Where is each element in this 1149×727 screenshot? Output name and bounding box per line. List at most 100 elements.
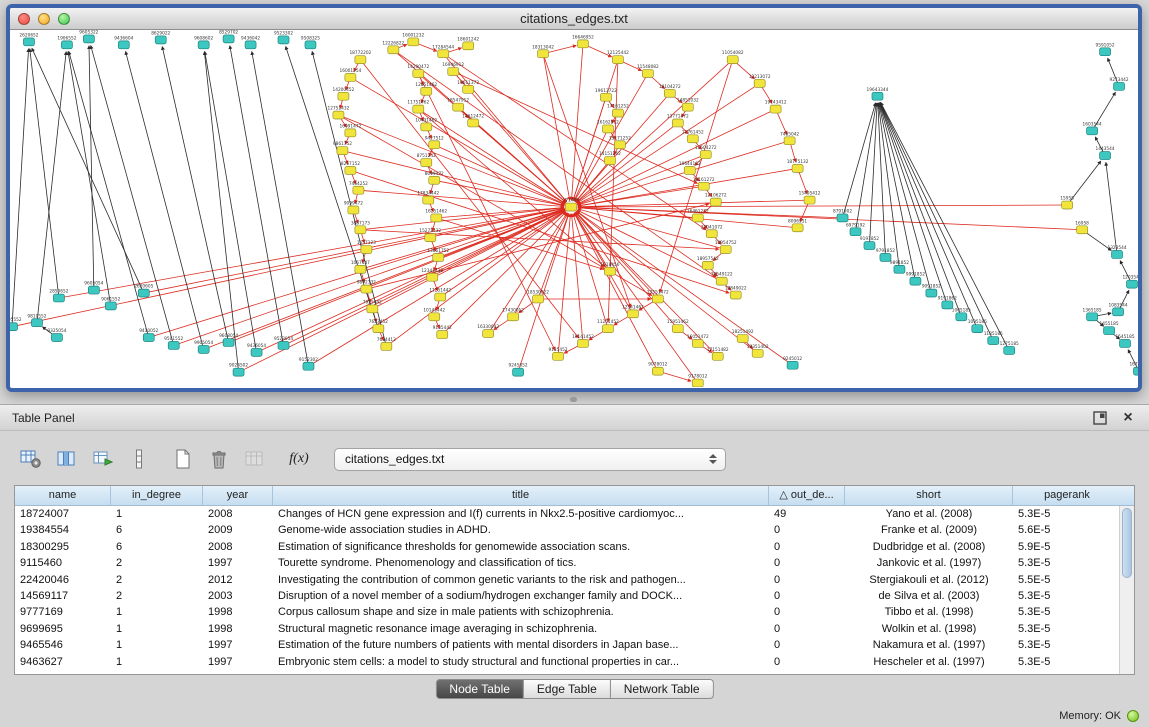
import-table-icon[interactable]	[240, 445, 270, 473]
graph-node[interactable]	[429, 313, 440, 321]
graph-node[interactable]	[427, 273, 438, 281]
graph-node[interactable]	[672, 119, 683, 127]
cell-year[interactable]: 2008	[203, 539, 273, 555]
cell-title[interactable]: Investigating the contribution of common…	[273, 572, 769, 588]
graph-node[interactable]	[1134, 367, 1138, 375]
cell-title[interactable]: Disruption of a novel member of a sodium…	[273, 588, 769, 604]
cell-year[interactable]: 1997	[203, 555, 273, 571]
cell-year[interactable]: 2009	[203, 522, 273, 538]
graph-node[interactable]	[278, 342, 289, 350]
graph-node[interactable]	[303, 362, 314, 370]
graph-node[interactable]	[1004, 346, 1015, 354]
graph-node[interactable]	[710, 198, 721, 206]
graph-node[interactable]	[53, 294, 64, 302]
graph-node[interactable]	[361, 285, 372, 293]
cell-short[interactable]: Wolkin et al. (1998)	[845, 621, 1013, 637]
cell-year[interactable]: 2008	[203, 506, 273, 522]
cell-name[interactable]: 22420046	[15, 572, 111, 588]
cell-short[interactable]: Franke et al. (2009)	[845, 522, 1013, 538]
tab-network-table[interactable]: Network Table	[611, 679, 714, 699]
tab-node-table[interactable]: Node Table	[435, 679, 524, 699]
table-row[interactable]: 9777169 1 1998 Corpus callosum shape and…	[15, 604, 1119, 620]
cell-in-degree[interactable]: 1	[111, 637, 203, 653]
graph-node[interactable]	[602, 325, 613, 333]
cell-name[interactable]: 14569117	[15, 588, 111, 604]
graph-node[interactable]	[245, 41, 256, 49]
graph-node[interactable]	[345, 129, 356, 137]
table-mode-icon[interactable]	[16, 445, 46, 473]
graph-node[interactable]	[1120, 340, 1131, 348]
table-scrollbar[interactable]	[1119, 506, 1134, 674]
cell-in-degree[interactable]: 2	[111, 588, 203, 604]
graph-node[interactable]	[233, 368, 244, 376]
cell-title[interactable]: Estimation of significance thresholds fo…	[273, 539, 769, 555]
graph-node[interactable]	[431, 214, 442, 222]
graph-node[interactable]	[687, 135, 698, 143]
graph-node[interactable]	[1062, 201, 1073, 209]
cell-title[interactable]: Estimation of the future numbers of pati…	[273, 637, 769, 653]
graph-node[interactable]	[88, 286, 99, 294]
graph-node[interactable]	[872, 92, 883, 100]
graph-node[interactable]	[355, 226, 366, 234]
network-view[interactable]: 1724092620652190655296053229436604862902…	[10, 30, 1138, 387]
graph-node[interactable]	[118, 41, 129, 49]
graph-node[interactable]	[1104, 327, 1115, 335]
graph-node[interactable]	[988, 337, 999, 345]
graph-node[interactable]	[305, 41, 316, 49]
cell-out-degree[interactable]: 49	[769, 506, 845, 522]
cell-short[interactable]: Jankovic et al. (1997)	[845, 555, 1013, 571]
cell-name[interactable]: 19384554	[15, 522, 111, 538]
graph-node[interactable]	[1087, 313, 1098, 321]
table-row[interactable]: 18724007 1 2008 Changes of HCN gene expr…	[15, 506, 1119, 522]
cell-title[interactable]: Changes of HCN gene expression and I(f) …	[273, 506, 769, 522]
cell-short[interactable]: Hescheler et al. (1997)	[845, 654, 1013, 670]
graph-node[interactable]	[413, 105, 424, 113]
graph-node[interactable]	[770, 105, 781, 113]
graph-node[interactable]	[435, 293, 446, 301]
cell-out-degree[interactable]: 0	[769, 588, 845, 604]
cell-pagerank[interactable]: 5.3E-5	[1013, 621, 1119, 637]
graph-node[interactable]	[348, 206, 359, 214]
graph-node[interactable]	[737, 335, 748, 343]
graph-node[interactable]	[698, 182, 709, 190]
column-header-pagerank[interactable]: pagerank	[1013, 486, 1121, 505]
cell-pagerank[interactable]: 5.5E-5	[1013, 572, 1119, 588]
graph-node[interactable]	[51, 334, 62, 342]
graph-node[interactable]	[692, 214, 703, 222]
column-header-short[interactable]: short	[845, 486, 1013, 505]
float-panel-icon[interactable]	[1091, 409, 1109, 427]
new-table-icon[interactable]	[168, 445, 198, 473]
graph-node[interactable]	[513, 368, 524, 376]
graph-node[interactable]	[612, 56, 623, 64]
graph-node[interactable]	[577, 340, 588, 348]
column-header-out-degree[interactable]: △ out_de...	[769, 486, 845, 505]
graph-node[interactable]	[752, 349, 763, 357]
graph-node[interactable]	[83, 35, 94, 43]
graph-node[interactable]	[700, 151, 711, 159]
cell-in-degree[interactable]: 6	[111, 522, 203, 538]
graph-node[interactable]	[692, 340, 703, 348]
graph-node[interactable]	[652, 367, 663, 375]
graph-node[interactable]	[483, 330, 494, 338]
function-builder-icon[interactable]: f(x)	[284, 445, 314, 473]
cell-pagerank[interactable]: 5.3E-5	[1013, 654, 1119, 670]
graph-node[interactable]	[566, 203, 577, 211]
graph-node[interactable]	[702, 261, 713, 269]
cell-title[interactable]: Embryonic stem cells: a model to study s…	[273, 654, 769, 670]
cell-name[interactable]: 9465546	[15, 637, 111, 653]
graph-node[interactable]	[612, 109, 623, 117]
graph-node[interactable]	[31, 319, 42, 327]
graph-node[interactable]	[223, 35, 234, 43]
cell-pagerank[interactable]: 5.3E-5	[1013, 604, 1119, 620]
cell-out-degree[interactable]: 0	[769, 539, 845, 555]
cell-in-degree[interactable]: 1	[111, 506, 203, 522]
table-row[interactable]: 22420046 2 2012 Investigating the contri…	[15, 572, 1119, 588]
graph-node[interactable]	[345, 166, 356, 174]
cell-in-degree[interactable]: 1	[111, 654, 203, 670]
cell-pagerank[interactable]: 5.3E-5	[1013, 588, 1119, 604]
graph-node[interactable]	[692, 379, 703, 387]
cell-name[interactable]: 18300295	[15, 539, 111, 555]
graph-node[interactable]	[894, 265, 905, 273]
table-row[interactable]: 9463627 1 1997 Embryonic stem cells: a m…	[15, 654, 1119, 670]
graph-node[interactable]	[627, 310, 638, 318]
